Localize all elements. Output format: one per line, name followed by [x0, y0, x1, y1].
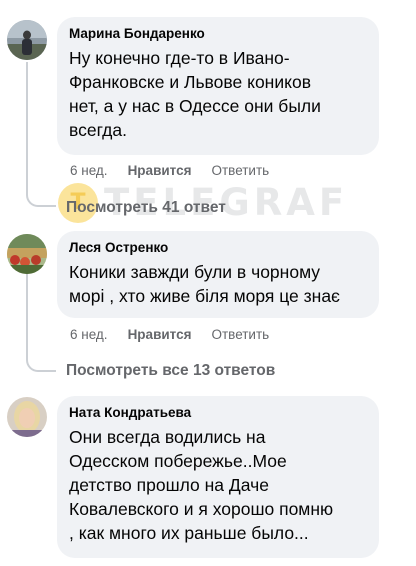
comment-bubble: Марина Бондаренко Ну конечно где-то в Ив… [57, 17, 379, 155]
comment-actions: 6 нед. Нравится Ответить [70, 163, 269, 178]
comment-author[interactable]: Марина Бондаренко [69, 25, 367, 43]
comment-time[interactable]: 6 нед. [70, 327, 108, 342]
like-button[interactable]: Нравится [128, 163, 192, 178]
like-button[interactable]: Нравится [128, 327, 192, 342]
comment-text: Коники завжди були в чорному морі , хто … [69, 262, 340, 306]
comment-text: Ну конечно где-то в Ивано- Франковске и … [69, 48, 321, 140]
avatar[interactable] [7, 20, 47, 60]
thread-line-2 [26, 274, 56, 372]
view-replies-link[interactable]: Посмотреть все 13 ответов [66, 362, 275, 380]
avatar-photo-nata-icon [7, 397, 47, 437]
reply-button[interactable]: Ответить [211, 163, 269, 178]
avatar-photo-marina-icon [7, 20, 47, 60]
comment-bubble: Ната Кондратьева Они всегда водились на … [57, 396, 379, 558]
thread-line-1 [26, 62, 56, 207]
comment-time[interactable]: 6 нед. [70, 163, 108, 178]
comment-text: Они всегда водились на Одесском побережь… [69, 427, 334, 543]
avatar[interactable] [7, 397, 47, 437]
comment-actions: 6 нед. Нравится Ответить [70, 327, 269, 342]
comment-author[interactable]: Леся Остренко [69, 239, 367, 257]
view-replies-link[interactable]: Посмотреть 41 ответ [66, 199, 226, 217]
comment-bubble: Леся Остренко Коники завжди були в чорно… [57, 231, 379, 318]
avatar-photo-lesya-icon [7, 234, 47, 274]
reply-button[interactable]: Ответить [211, 327, 269, 342]
comment-author[interactable]: Ната Кондратьева [69, 404, 367, 422]
avatar[interactable] [7, 234, 47, 274]
